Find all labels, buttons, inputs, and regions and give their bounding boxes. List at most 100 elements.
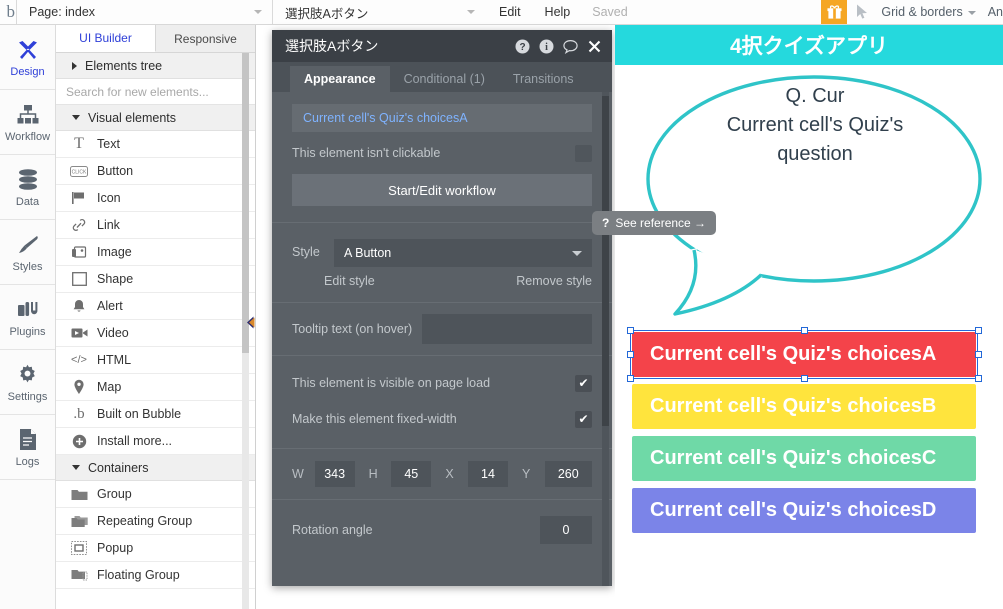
resize-handle-n[interactable] (801, 327, 808, 334)
style-select-value: A Button (344, 246, 392, 260)
sidebar-item-label: Data (15, 195, 40, 208)
edit-style-link[interactable]: Edit style (324, 274, 375, 288)
animations-menu[interactable]: An (984, 0, 1003, 24)
element-item-map[interactable]: Map (56, 374, 255, 401)
rail-empty-space (0, 480, 55, 599)
element-item-html[interactable]: </> HTML (56, 347, 255, 374)
resize-handle-sw[interactable] (627, 375, 634, 382)
element-item-built-on-bubble[interactable]: .b Built on Bubble (56, 401, 255, 428)
search-input-wrapper[interactable] (56, 79, 255, 105)
gift-icon[interactable] (821, 0, 848, 24)
sidebar-item-settings[interactable]: Settings (0, 350, 55, 415)
visible-on-load-checkbox[interactable]: ✔ (575, 374, 592, 392)
height-input[interactable]: 45 (391, 461, 432, 487)
scrollbar-thumb[interactable] (602, 96, 609, 426)
element-item-group[interactable]: Group (56, 481, 255, 508)
tooltip-row: Tooltip text (on hover) (272, 303, 612, 355)
resize-handle-e[interactable] (975, 351, 982, 358)
style-sublinks: Edit style Remove style (272, 269, 612, 288)
element-item-repeating-group[interactable]: Repeating Group (56, 508, 255, 535)
y-input[interactable]: 260 (544, 461, 592, 487)
fixed-width-row: Make this element fixed-width ✔ (272, 400, 612, 438)
data-source-field[interactable]: Current cell's Quiz's choicesA (292, 104, 592, 132)
elements-tree-header[interactable]: Elements tree (56, 53, 255, 79)
sidebar-item-design[interactable]: Design (0, 25, 55, 90)
rotation-row: Rotation angle 0 (272, 500, 612, 548)
tab-conditional[interactable]: Conditional (1) (390, 66, 499, 92)
property-editor-panel: 選択肢Aボタン ? i Appearance Conditional (1) T… (272, 30, 612, 586)
resize-handle-se[interactable] (975, 375, 982, 382)
clickable-checkbox[interactable] (575, 144, 592, 162)
width-input[interactable]: 343 (314, 461, 355, 487)
menu-help[interactable]: Help (533, 0, 583, 24)
sidebar-item-logs[interactable]: Logs (0, 415, 55, 480)
element-item-image[interactable]: Image (56, 239, 255, 266)
element-item-shape[interactable]: Shape (56, 266, 255, 293)
section-visual-elements[interactable]: Visual elements (56, 105, 255, 131)
rotation-input[interactable]: 0 (540, 516, 592, 544)
sidebar-item-data[interactable]: Data (0, 155, 55, 220)
info-icon[interactable]: i (539, 39, 554, 54)
sidebar-item-plugins[interactable]: Plugins (0, 285, 55, 350)
resize-handle-w[interactable] (627, 351, 634, 358)
start-edit-workflow-button[interactable]: Start/Edit workflow (292, 174, 592, 206)
element-item-alert[interactable]: Alert (56, 293, 255, 320)
element-item-label: Built on Bubble (97, 407, 182, 421)
cursor-arrow-icon[interactable] (847, 0, 877, 24)
page-selector[interactable]: Page: index (16, 0, 272, 24)
clickable-label: This element isn't clickable (292, 146, 441, 160)
scrollbar-thumb[interactable] (242, 53, 249, 353)
sidebar-item-label: Logs (15, 455, 40, 468)
search-input[interactable] (66, 84, 255, 99)
choice-button-c[interactable]: Current cell's Quiz's choicesC (632, 436, 976, 481)
speech-bubble-group[interactable]: Q. Cur Current cell's Quiz's question (615, 65, 1003, 320)
bubble-logo-icon: .b (73, 405, 85, 422)
sidebar-item-workflow[interactable]: Workflow (0, 90, 55, 155)
x-input[interactable]: 14 (467, 461, 509, 487)
tab-ui-builder[interactable]: UI Builder (56, 25, 156, 52)
elements-panel-scrollbar[interactable] (242, 53, 249, 609)
svg-text:i: i (545, 42, 548, 53)
style-select[interactable]: A Button (334, 239, 592, 267)
section-containers[interactable]: Containers (56, 455, 255, 481)
element-item-text[interactable]: T Text (56, 131, 255, 158)
property-panel-scrollbar[interactable] (602, 92, 609, 586)
resize-handle-ne[interactable] (975, 327, 982, 334)
image-icon (70, 245, 88, 260)
element-item-link[interactable]: Link (56, 212, 255, 239)
fixed-width-checkbox[interactable]: ✔ (575, 410, 592, 428)
chevron-right-icon (72, 61, 77, 70)
element-item-label: Link (97, 218, 120, 232)
see-reference-tooltip[interactable]: ? See reference → (592, 211, 717, 235)
grid-borders-menu[interactable]: Grid & borders (877, 0, 983, 24)
element-item-label: Video (97, 326, 129, 340)
app-header-title[interactable]: 4択クイズアプリ (615, 25, 1003, 65)
element-item-popup[interactable]: Popup (56, 535, 255, 562)
choice-button-d[interactable]: Current cell's Quiz's choicesD (632, 488, 976, 533)
element-item-icon[interactable]: Icon (56, 185, 255, 212)
element-item-install-more[interactable]: Install more... (56, 428, 255, 455)
sidebar-item-label: Styles (12, 260, 43, 273)
bubble-logo-icon: b (6, 2, 16, 21)
help-question-icon[interactable]: ? (515, 39, 530, 54)
tooltip-text-input[interactable] (422, 314, 592, 344)
design-canvas: 4択クイズアプリ Q. Cur Current cell's Quiz's qu… (615, 25, 1003, 609)
sidebar-item-styles[interactable]: Styles (0, 220, 55, 285)
remove-style-link[interactable]: Remove style (516, 274, 592, 288)
chevron-down-icon (467, 10, 475, 14)
panel-collapse-arrow-icon[interactable] (246, 316, 255, 329)
tab-appearance[interactable]: Appearance (290, 66, 390, 92)
element-item-button[interactable]: CLICK Button (56, 158, 255, 185)
comment-bubble-icon[interactable] (563, 39, 578, 54)
tab-transitions[interactable]: Transitions (499, 66, 588, 92)
element-selector[interactable]: 選択肢Aボタン (272, 0, 485, 24)
resize-handle-nw[interactable] (627, 327, 634, 334)
tab-responsive[interactable]: Responsive (156, 25, 255, 52)
question-text-block: Q. Cur Current cell's Quiz's question (655, 82, 975, 169)
element-item-video[interactable]: Video (56, 320, 255, 347)
close-icon[interactable] (587, 39, 602, 54)
resize-handle-s[interactable] (801, 375, 808, 382)
choice-button-b[interactable]: Current cell's Quiz's choicesB (632, 384, 976, 429)
element-item-floating-group[interactable]: Floating Group (56, 562, 255, 589)
menu-edit[interactable]: Edit (485, 0, 533, 24)
